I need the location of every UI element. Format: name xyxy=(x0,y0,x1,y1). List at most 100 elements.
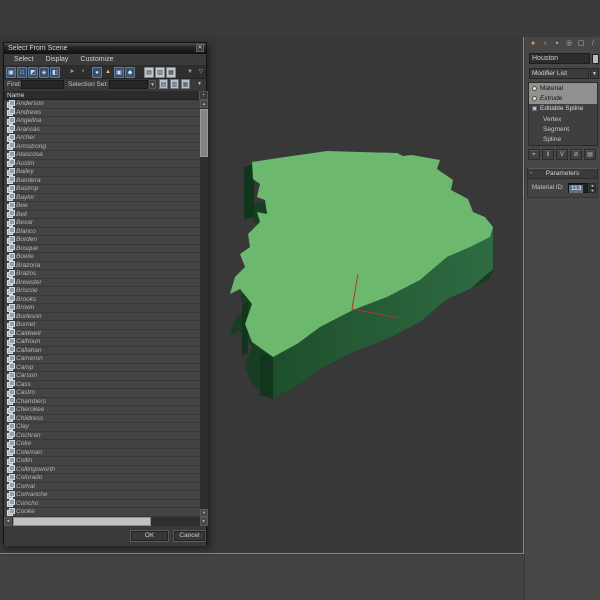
tab-motion-icon[interactable]: ◎ xyxy=(564,39,574,49)
display-geometry-icon[interactable]: ◧ xyxy=(50,67,60,78)
edit-named-selections-icon[interactable]: ▤ xyxy=(159,79,168,89)
detail-view-icon[interactable]: ▦ xyxy=(166,67,176,78)
list-item[interactable]: Andrews xyxy=(4,108,200,117)
modifier-list-dropdown[interactable]: Modifier List xyxy=(529,68,589,79)
list-item[interactable]: Bexar xyxy=(4,218,200,228)
dialog-titlebar[interactable]: Select From Scene ✕ xyxy=(4,43,206,54)
list-item[interactable]: Calhoun xyxy=(4,337,200,347)
list-item[interactable]: Austin xyxy=(4,159,200,168)
display-cameras-icon[interactable]: ▣ xyxy=(114,67,124,78)
list-item[interactable]: Briscoe xyxy=(4,286,200,296)
county-shape-3d[interactable] xyxy=(222,145,498,403)
list-view-icon[interactable]: ▤ xyxy=(144,67,154,78)
list-item[interactable]: Cameron xyxy=(4,354,200,364)
scroll-down-icon[interactable]: ▼ xyxy=(200,509,208,517)
list-item[interactable]: Burnet xyxy=(4,320,200,330)
list-item[interactable]: Childress xyxy=(4,414,200,423)
tab-utilities-icon[interactable]: / xyxy=(588,39,598,49)
remove-modifier-icon[interactable]: ⊘ xyxy=(570,149,582,160)
list-item[interactable]: Brewster xyxy=(4,278,200,287)
display-lights-icon[interactable]: ▲ xyxy=(103,67,113,78)
spinner-down-icon[interactable]: ▼ xyxy=(589,188,596,193)
stack-item-segment[interactable]: Segment xyxy=(529,124,597,134)
list-item[interactable]: Collin xyxy=(4,456,200,466)
scroll-up-icon[interactable]: ▲ xyxy=(200,100,208,108)
list-item[interactable]: Archer xyxy=(4,133,200,143)
list-item[interactable]: Bandera xyxy=(4,176,200,185)
list-item[interactable]: Blanco xyxy=(4,227,200,236)
stack-item-spline[interactable]: Spline xyxy=(529,134,597,144)
list-item[interactable]: Angelina xyxy=(4,116,200,126)
list-item[interactable]: Comanche xyxy=(4,490,200,500)
modifier-enable-bulb-icon[interactable] xyxy=(532,95,537,101)
stack-item-extrude[interactable]: Extrude xyxy=(529,93,597,104)
filter-funnel-config-icon[interactable]: ▽ xyxy=(196,67,206,78)
list-item[interactable]: Aransas xyxy=(4,125,200,134)
find-input[interactable] xyxy=(21,80,64,89)
list-item[interactable]: Comal xyxy=(4,482,200,491)
list-item[interactable]: Anderson xyxy=(4,100,200,109)
separator-dot-icon[interactable]: • xyxy=(78,67,88,78)
parameters-rollout-header[interactable]: - Parameters xyxy=(527,168,598,179)
list-item[interactable]: Carson xyxy=(4,371,200,381)
list-item[interactable]: Brooks xyxy=(4,295,200,304)
object-color-swatch[interactable] xyxy=(592,54,599,64)
menu-display[interactable]: Display xyxy=(39,54,74,66)
modifier-enable-bulb-icon[interactable] xyxy=(532,85,537,91)
list-item[interactable]: Collingsworth xyxy=(4,465,200,474)
display-none-icon[interactable]: □ xyxy=(17,67,27,78)
column-view-icon[interactable]: ▥ xyxy=(155,67,165,78)
display-all-icon[interactable]: ▣ xyxy=(6,67,16,78)
list-item[interactable]: Bell xyxy=(4,210,200,219)
stack-item-vertex[interactable]: Vertex xyxy=(529,114,597,124)
stack-item-editable-spline[interactable]: Editable Spline xyxy=(529,104,597,114)
ok-button[interactable]: OK xyxy=(130,530,169,542)
paste-selection-set-icon[interactable]: ▦ xyxy=(181,79,190,89)
sync-selection-icon[interactable]: ➤ xyxy=(67,67,77,78)
rollout-collapse-icon[interactable]: - xyxy=(530,169,532,179)
tab-hierarchy-icon[interactable]: ▪ xyxy=(552,39,562,49)
list-item[interactable]: Callahan xyxy=(4,346,200,355)
object-name-field[interactable]: Houston xyxy=(529,53,590,64)
list-item[interactable]: Borden xyxy=(4,235,200,245)
list-item[interactable]: Camp xyxy=(4,363,200,372)
show-end-result-icon[interactable]: ‖ xyxy=(542,149,554,160)
list-item[interactable]: Bee xyxy=(4,201,200,211)
list-item[interactable]: Cooke xyxy=(4,507,200,517)
tab-create-icon[interactable]: ● xyxy=(528,39,538,49)
list-item[interactable]: Brazoria xyxy=(4,261,200,270)
display-inverted-icon[interactable]: ◩ xyxy=(28,67,38,78)
list-item[interactable]: Cochran xyxy=(4,431,200,440)
horizontal-scroll-thumb[interactable] xyxy=(13,517,151,526)
list-item[interactable]: Clay xyxy=(4,422,200,432)
display-helpers-icon[interactable]: ◆ xyxy=(125,67,135,78)
list-item[interactable]: Colorado xyxy=(4,473,200,483)
list-item[interactable]: Chambers xyxy=(4,397,200,406)
cancel-button[interactable]: Cancel xyxy=(173,530,206,542)
material-id-input[interactable]: 113 xyxy=(568,183,588,193)
make-unique-icon[interactable]: V xyxy=(556,149,568,160)
pin-stack-icon[interactable]: ⌖ xyxy=(528,149,540,160)
scroll-right-icon[interactable]: ► xyxy=(200,517,208,526)
configure-modifier-sets-icon[interactable]: ▤ xyxy=(584,149,596,160)
filter-funnel-icon[interactable]: ▼ xyxy=(185,67,195,78)
copy-selection-set-icon[interactable]: ▥ xyxy=(170,79,179,89)
close-icon[interactable]: ✕ xyxy=(196,44,204,52)
list-item[interactable]: Cass xyxy=(4,380,200,389)
stack-item-material[interactable]: Material xyxy=(529,83,597,94)
more-options-icon[interactable]: ▼ xyxy=(196,80,203,89)
list-item[interactable]: Bosque xyxy=(4,244,200,253)
list-item[interactable]: Coleman xyxy=(4,448,200,457)
list-item[interactable]: Atascosa xyxy=(4,150,200,160)
menu-customize[interactable]: Customize xyxy=(74,54,119,66)
name-column-header[interactable]: Name xyxy=(4,91,199,100)
list-item[interactable]: Cherokee xyxy=(4,405,200,415)
list-item[interactable]: Baylor xyxy=(4,193,200,202)
list-item[interactable]: Bowie xyxy=(4,252,200,262)
list-item[interactable]: Bastrop xyxy=(4,184,200,194)
list-item[interactable]: Castro xyxy=(4,388,200,398)
vertical-scroll-thumb[interactable] xyxy=(200,109,208,157)
modifier-list-arrow-icon[interactable]: ▼ xyxy=(590,68,599,79)
list-item[interactable]: Bailey xyxy=(4,167,200,177)
vertical-scrollbar[interactable]: ▲ ▼ xyxy=(200,100,208,517)
